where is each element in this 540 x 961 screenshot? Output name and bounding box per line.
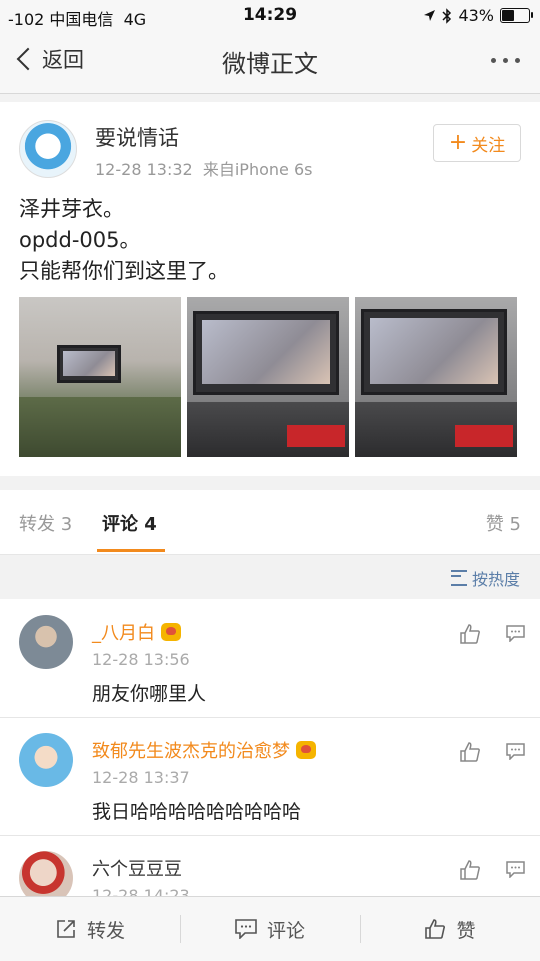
comment-icon [235, 919, 257, 939]
comment-username-text: _八月白 [92, 623, 155, 644]
status-right: 43% [423, 6, 533, 25]
billboard-screen [193, 311, 339, 395]
trees-image [19, 397, 181, 457]
comment-timestamp: 12-28 13:56 [92, 650, 190, 669]
like-button[interactable]: 赞 [360, 897, 540, 961]
thumbs-up-icon[interactable] [459, 859, 481, 881]
storefront-image [187, 402, 349, 457]
comment-text: 朋友你哪里人 [92, 683, 207, 705]
avatar[interactable] [19, 615, 73, 669]
post-photo[interactable] [19, 297, 181, 457]
sort-by-popularity-button[interactable]: 按热度 [450, 566, 520, 590]
post-meta: 12-28 13:32 来自iPhone 6s [95, 156, 312, 180]
avatar[interactable] [19, 851, 73, 896]
follow-button[interactable]: + 关注 [433, 124, 521, 162]
comment-username-text: 六个豆豆豆 [92, 859, 182, 880]
photo-grid [19, 297, 517, 457]
comment-username[interactable]: 六个豆豆豆 [92, 855, 182, 881]
comment-item: _八月白 12-28 13:56 朋友你哪里人 [0, 599, 540, 718]
thumbs-up-icon [425, 919, 446, 939]
sort-icon [450, 570, 467, 586]
post-line: 只能帮你们到这里了。 [19, 259, 229, 283]
follow-label: 关注 [471, 135, 506, 156]
comment-text: 我日哈哈哈哈哈哈哈哈哈 [92, 801, 302, 823]
comment-username[interactable]: 致郁先生波杰克的治愈梦 [92, 737, 316, 763]
comment-button[interactable]: 评论 [180, 897, 360, 961]
thumbs-up-icon[interactable] [459, 623, 481, 645]
more-options-icon[interactable] [491, 58, 520, 63]
reply-icon[interactable] [506, 743, 525, 760]
comment-username[interactable]: _八月白 [92, 619, 181, 645]
page-title: 微博正文 [222, 50, 318, 78]
post-photo[interactable] [187, 297, 349, 457]
vip-badge-icon [161, 623, 181, 641]
vip-badge-icon [296, 741, 316, 759]
battery-fill [502, 10, 515, 21]
comment-username-text: 致郁先生波杰克的治愈梦 [92, 741, 290, 762]
repost-button[interactable]: 转发 [0, 897, 180, 961]
comment-timestamp: 12-28 14:23 [92, 886, 190, 896]
repost-label: 转发 [86, 919, 125, 942]
billboard-screen [361, 309, 507, 395]
tab-likes[interactable]: 赞 5 [486, 510, 521, 536]
location-arrow-icon [424, 10, 436, 21]
plus-icon: + [448, 130, 468, 155]
reply-icon[interactable] [506, 625, 525, 642]
battery-percent: 43% [458, 6, 494, 25]
post-card: 要说情话 12-28 13:32 来自iPhone 6s + 关注 泽井芽衣。 … [0, 102, 540, 476]
sort-label: 按热度 [471, 570, 520, 589]
sort-row: 按热度 [0, 555, 540, 599]
active-tab-indicator [97, 549, 165, 552]
comment-item: 六个豆豆豆 12-28 14:23 [0, 835, 540, 896]
comment-item: 致郁先生波杰克的治愈梦 12-28 13:37 我日哈哈哈哈哈哈哈哈哈 [0, 717, 540, 836]
comment-label: 评论 [266, 919, 305, 942]
bottom-action-bar: 转发 评论 赞 [0, 896, 540, 961]
thumbs-up-icon[interactable] [459, 741, 481, 763]
bluetooth-icon [442, 7, 452, 24]
post-text: 泽井芽衣。 opdd-005。 只能帮你们到这里了。 [19, 194, 229, 287]
post-photo[interactable] [355, 297, 517, 457]
avatar[interactable] [19, 733, 73, 787]
avatar[interactable] [19, 120, 77, 178]
storefront-image [355, 402, 517, 457]
like-label: 赞 [456, 919, 476, 942]
post-username[interactable]: 要说情话 [95, 122, 179, 152]
status-bar: -102 中国电信 4G 14:29 43% [0, 0, 540, 30]
battery-icon [500, 8, 533, 23]
nav-bar: 返回 微博正文 [0, 30, 540, 94]
reply-icon[interactable] [506, 861, 525, 878]
post-line: 泽井芽衣。 [19, 197, 124, 221]
post-source: 来自iPhone 6s [202, 160, 313, 179]
billboard-screen [57, 345, 121, 383]
tab-repost[interactable]: 转发 3 [19, 510, 72, 536]
post-line: opdd-005。 [19, 228, 141, 252]
post-timestamp: 12-28 13:32 [95, 160, 193, 179]
share-icon [57, 920, 75, 938]
comment-list: _八月白 12-28 13:56 朋友你哪里人 致郁先生波杰克的治愈梦 12-2… [0, 599, 540, 896]
interaction-tabs: 转发 3 评论 4 赞 5 [0, 490, 540, 555]
tab-comments[interactable]: 评论 4 [102, 510, 157, 536]
comment-timestamp: 12-28 13:37 [92, 768, 190, 787]
